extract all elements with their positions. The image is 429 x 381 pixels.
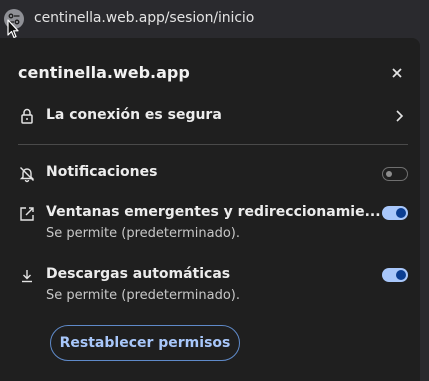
permission-label: Notificaciones [46,164,158,180]
connection-row[interactable]: La conexión es segura [0,102,420,132]
permission-row-popups: Ventanas emergentes y redireccionamie...… [0,201,420,245]
chevron-right-icon [396,110,404,122]
notifications-off-icon [19,167,35,183]
download-icon [22,270,32,283]
panel-title: centinella.web.app [18,63,190,82]
toggle-knob [396,270,406,280]
notifications-toggle[interactable] [382,167,408,181]
toggle-knob [396,208,406,218]
mouse-cursor-icon [7,19,19,39]
connection-label: La conexión es segura [46,107,222,123]
site-info-panel: centinella.web.app La conexión es segura… [0,38,420,381]
address-bar: centinella.web.app/sesion/inicio [0,0,429,39]
close-icon[interactable] [387,63,407,83]
permission-row-notifications: Notificaciones [0,160,420,188]
popups-toggle[interactable] [382,206,408,220]
url-text[interactable]: centinella.web.app/sesion/inicio [34,10,254,26]
permission-label: Descargas automáticas [46,266,231,282]
permission-status: Se permite (predeterminado). [46,226,240,241]
permission-label: Ventanas emergentes y redireccionamie... [46,204,381,220]
permission-status: Se permite (predeterminado). [46,288,240,303]
reset-permissions-button[interactable]: Restablecer permisos [50,325,240,361]
divider [18,144,408,145]
permission-row-downloads: Descargas automáticas Se permite (predet… [0,264,420,308]
lock-icon [21,108,33,124]
downloads-toggle[interactable] [382,268,408,282]
toggle-knob [386,171,392,177]
open-in-new-icon [20,207,34,221]
